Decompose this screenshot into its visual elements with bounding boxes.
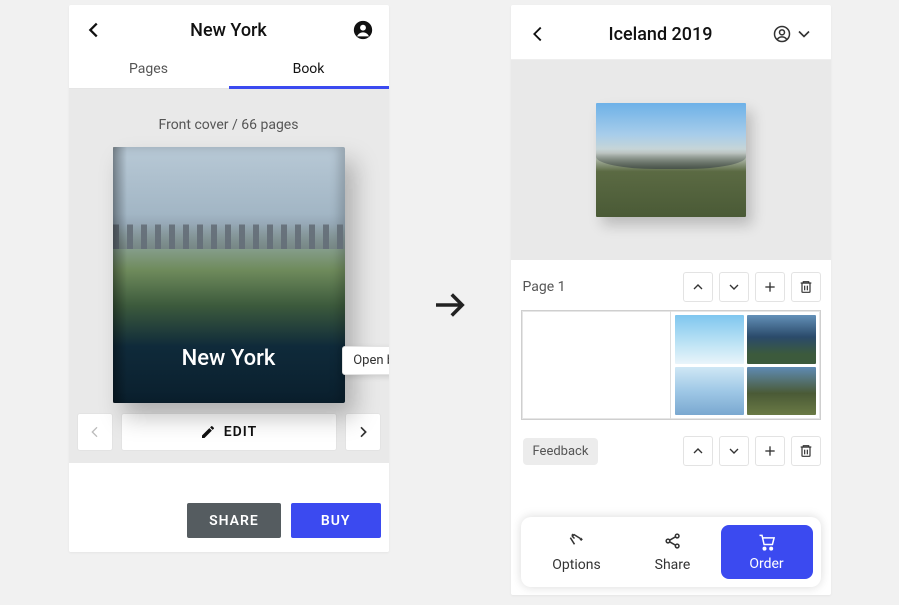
back-icon[interactable] [527,23,549,45]
right-screen: Iceland 2019 Page 1 [511,5,831,595]
open-book-tooltip: Open book [342,346,388,375]
add-button[interactable] [755,272,785,302]
add-button[interactable] [755,436,785,466]
spread-right-page [670,311,820,419]
move-down-button[interactable] [719,272,749,302]
book-cover-title: New York [113,346,345,371]
share-button[interactable]: SHARE [187,503,281,538]
options-label: Options [552,557,600,573]
book-cover[interactable]: New York [113,147,345,403]
book-area: Front cover / 66 pages New York Open boo… [69,89,389,463]
edit-label: EDIT [224,424,257,440]
photo-thumbnail [675,367,744,416]
share-button[interactable]: Share [625,531,721,573]
photo-thumbnail [747,367,816,416]
order-button[interactable]: Order [721,525,813,579]
edit-button[interactable]: EDIT [121,413,337,451]
cover-thumbnail[interactable] [596,103,746,217]
book-nav-row: EDIT [69,403,389,463]
page-1-header: Page 1 [511,260,831,310]
delete-button[interactable] [791,436,821,466]
account-menu[interactable] [772,24,814,44]
tab-book[interactable]: Book [229,51,389,89]
left-header: New York [69,5,389,51]
bottom-action-bar: Options Share Order [521,517,821,587]
move-up-button[interactable] [683,436,713,466]
move-down-button[interactable] [719,436,749,466]
right-header: Iceland 2019 [511,5,831,60]
buy-button[interactable]: BUY [291,503,381,538]
back-icon[interactable] [83,19,105,41]
left-screen: New York Pages Book Front cover / 66 pag… [69,5,389,552]
page-label: Page 1 [523,279,566,295]
options-button[interactable]: Options [529,531,625,573]
page-2-header: Feedback [511,432,831,474]
delete-button[interactable] [791,272,821,302]
arrow-icon [429,5,471,605]
page-1-spread[interactable] [521,310,821,420]
move-up-button[interactable] [683,272,713,302]
left-title: New York [190,20,267,41]
tab-pages[interactable]: Pages [69,51,229,88]
tabs: Pages Book [69,51,389,89]
book-meta: Front cover / 66 pages [69,117,389,133]
account-icon[interactable] [352,19,374,41]
right-title: Iceland 2019 [609,24,713,45]
feedback-pill[interactable]: Feedback [523,438,599,465]
cover-area [511,60,831,260]
share-label: Share [655,557,691,573]
photo-thumbnail [747,315,816,364]
order-label: Order [749,556,783,572]
purchase-row: SHARE BUY [69,493,389,552]
next-page-button[interactable] [345,413,381,451]
photo-thumbnail [675,315,744,364]
prev-page-button [77,413,113,451]
spread-left-page [522,311,671,419]
